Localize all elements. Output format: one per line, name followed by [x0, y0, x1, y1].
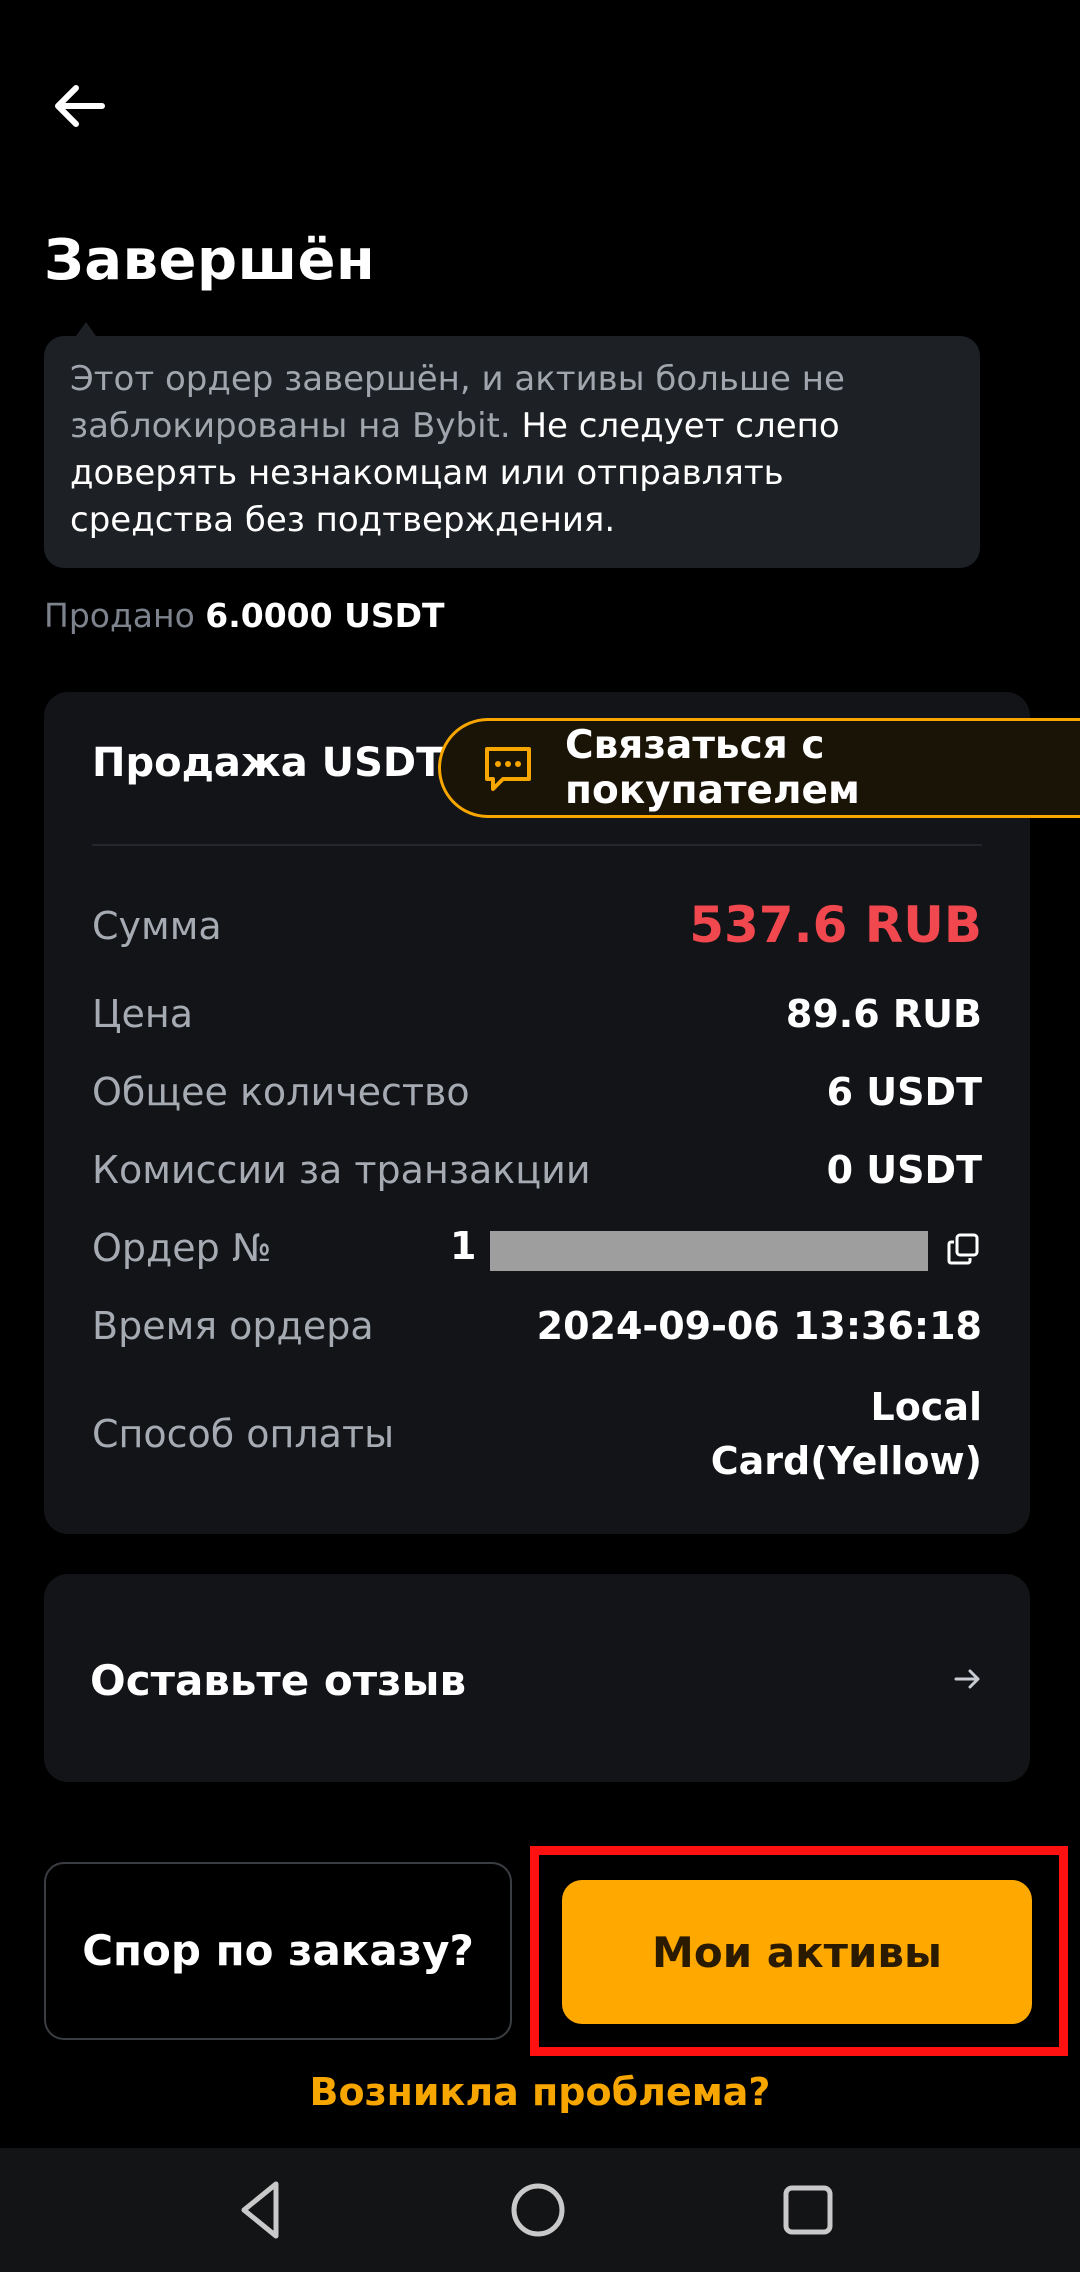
order-number-label: Ордер №	[92, 1226, 272, 1270]
nav-home-icon	[511, 2183, 565, 2237]
card-divider	[92, 844, 982, 846]
nav-back-button[interactable]	[222, 2170, 302, 2250]
payment-method-label: Способ оплаты	[92, 1412, 395, 1456]
payment-method-value: Local Card(Yellow)	[711, 1380, 982, 1488]
order-notice: Этот ордер завершён, и активы больше не …	[44, 336, 980, 568]
contact-buyer-button[interactable]: Связаться с покупателем	[438, 718, 1080, 818]
back-arrow-icon	[55, 85, 105, 127]
chat-icon	[485, 747, 531, 791]
fees-value: 0 USDT	[826, 1148, 982, 1192]
payment-method-line1: Local	[870, 1385, 982, 1429]
nav-recents-button[interactable]	[768, 2170, 848, 2250]
sold-label: Продано	[44, 596, 195, 635]
order-number-value: 1	[450, 1224, 477, 1268]
nav-home-button[interactable]	[498, 2170, 578, 2250]
fees-label: Комиссии за транзакции	[92, 1148, 591, 1192]
amount-label: Сумма	[92, 904, 222, 948]
notice-pointer	[76, 322, 96, 336]
problem-link[interactable]: Возникла проблема?	[0, 2070, 1080, 2114]
order-number-redaction	[490, 1231, 928, 1271]
arrow-right-icon	[954, 1669, 980, 1689]
nav-recents-icon	[783, 2185, 833, 2235]
leave-review-label: Оставьте отзыв	[90, 1656, 467, 1705]
order-time-label: Время ордера	[92, 1304, 374, 1348]
copy-order-number-button[interactable]	[946, 1232, 980, 1266]
sold-summary: Продано 6.0000 USDT	[44, 596, 445, 635]
total-quantity-label: Общее количество	[92, 1070, 470, 1114]
order-time-value: 2024-09-06 13:36:18	[536, 1304, 982, 1348]
price-label: Цена	[92, 992, 194, 1036]
order-card-title: Продажа USDT	[92, 740, 444, 786]
contact-buyer-label: Связаться с покупателем	[565, 723, 860, 813]
dispute-order-button[interactable]: Спор по заказу?	[44, 1862, 512, 2040]
payment-method-line2: Card(Yellow)	[710, 1439, 982, 1483]
copy-icon	[947, 1233, 979, 1265]
price-value: 89.6 RUB	[785, 992, 982, 1036]
my-assets-button[interactable]: Мои активы	[562, 1880, 1032, 2024]
review-arrow	[950, 1662, 984, 1696]
total-quantity-value: 6 USDT	[826, 1070, 982, 1114]
nav-back-icon	[241, 2181, 279, 2239]
amount-value: 537.6 RUB	[689, 896, 982, 954]
back-button[interactable]	[40, 70, 120, 150]
page-title: Завершён	[44, 228, 376, 293]
sold-amount: 6.0000 USDT	[205, 596, 445, 635]
